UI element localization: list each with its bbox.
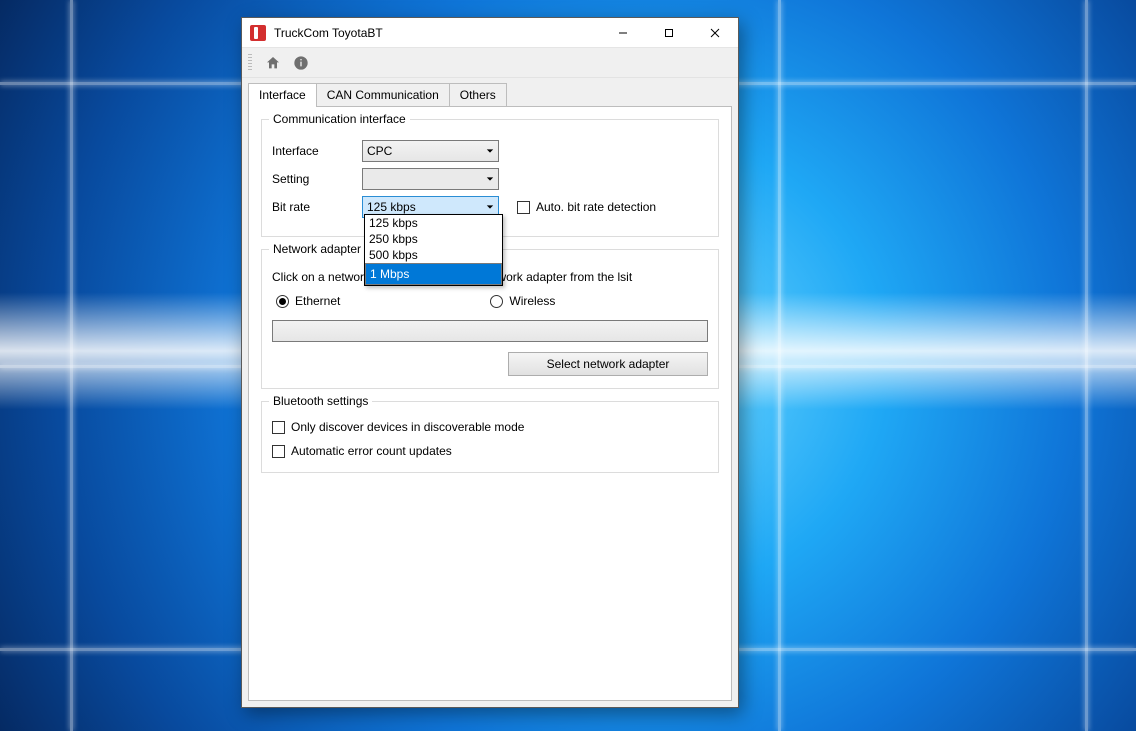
tab-interface[interactable]: Interface — [248, 83, 317, 107]
checkbox-label: Only discover devices in discoverable mo… — [291, 420, 524, 434]
toolbar — [242, 48, 738, 78]
select-interface[interactable]: CPC — [362, 140, 499, 162]
minimize-button[interactable] — [600, 18, 646, 48]
chevron-down-icon — [486, 172, 494, 186]
tab-can-communication[interactable]: CAN Communication — [316, 83, 450, 107]
info-icon[interactable] — [292, 54, 310, 72]
radio-label: Wireless — [509, 294, 555, 308]
radio-dot — [276, 295, 289, 308]
checkbox-box — [272, 445, 285, 458]
group-bluetooth-settings: Bluetooth settings Only discover devices… — [261, 401, 719, 473]
label-interface: Interface — [272, 144, 362, 158]
group-communication-interface: Communication interface Interface CPC Se… — [261, 119, 719, 237]
select-interface-value: CPC — [367, 144, 392, 158]
close-button[interactable] — [692, 18, 738, 48]
bit-rate-option[interactable]: 1 Mbps — [365, 263, 502, 285]
select-network-adapter-button[interactable]: Select network adapter — [508, 352, 708, 376]
checkbox-box — [517, 201, 530, 214]
checkbox-label: Auto. bit rate detection — [536, 200, 656, 214]
select-bit-rate-value: 125 kbps — [367, 200, 416, 214]
maximize-button[interactable] — [646, 18, 692, 48]
radio-dot — [490, 295, 503, 308]
tabs-row: Interface CAN Communication Others — [242, 78, 738, 106]
checkbox-box — [272, 421, 285, 434]
checkbox-label: Automatic error count updates — [291, 444, 452, 458]
titlebar[interactable]: TruckCom ToyotaBT — [242, 18, 738, 48]
bit-rate-option[interactable]: 125 kbps — [365, 215, 502, 231]
label-bit-rate: Bit rate — [272, 200, 362, 214]
bit-rate-dropdown-list[interactable]: 125 kbps 250 kbps 500 kbps 1 Mbps — [364, 214, 503, 286]
label-setting: Setting — [272, 172, 362, 186]
radio-wireless[interactable]: Wireless — [490, 294, 555, 308]
toolbar-grip[interactable] — [248, 54, 252, 72]
chevron-down-icon — [486, 144, 494, 158]
checkbox-auto-error-updates[interactable]: Automatic error count updates — [272, 444, 708, 458]
bit-rate-option[interactable]: 250 kbps — [365, 231, 502, 247]
checkbox-discoverable-only[interactable]: Only discover devices in discoverable mo… — [272, 420, 708, 434]
window-title: TruckCom ToyotaBT — [274, 26, 383, 40]
group-title: Bluetooth settings — [269, 394, 372, 408]
button-label: Select network adapter — [547, 357, 670, 371]
radio-label: Ethernet — [295, 294, 340, 308]
select-network-adapter[interactable] — [272, 320, 708, 342]
select-setting[interactable] — [362, 168, 499, 190]
checkbox-auto-bit-rate[interactable]: Auto. bit rate detection — [517, 200, 656, 214]
group-title: Communication interface — [269, 112, 410, 126]
radio-ethernet[interactable]: Ethernet — [276, 294, 340, 308]
group-title: Network adapter — [269, 242, 365, 256]
tab-body: Communication interface Interface CPC Se… — [248, 106, 732, 701]
app-window: TruckCom ToyotaBT Interface CAN Communic… — [241, 17, 739, 708]
home-icon[interactable] — [264, 54, 282, 72]
bit-rate-option[interactable]: 500 kbps — [365, 247, 502, 263]
chevron-down-icon — [486, 200, 494, 214]
app-icon — [250, 25, 266, 41]
tab-others[interactable]: Others — [449, 83, 507, 107]
